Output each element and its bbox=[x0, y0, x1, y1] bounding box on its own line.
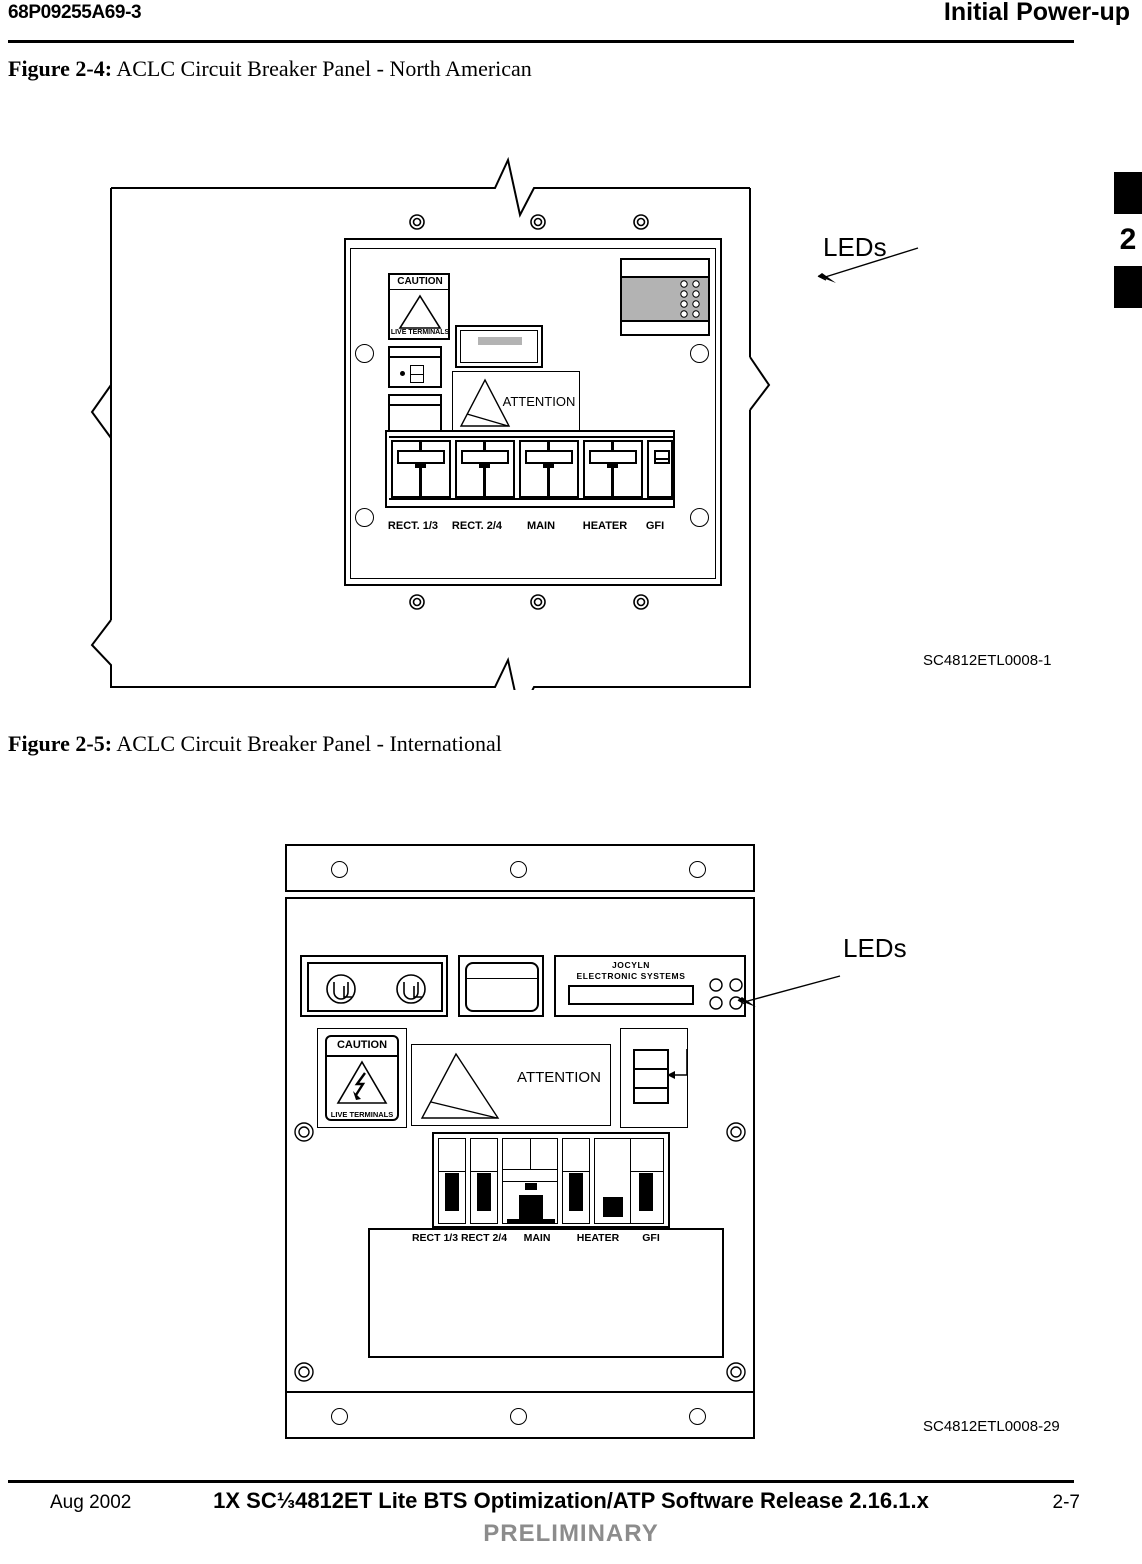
attention-label-text: ATTENTION bbox=[502, 394, 576, 409]
breaker-intl-main-base bbox=[507, 1219, 555, 1224]
page-header: 68P09255A69-3 Initial Power-up bbox=[0, 0, 1142, 46]
bottom-flange-hole-right bbox=[689, 1408, 706, 1425]
figure-2-5-caption: Figure 2-5: ACLC Circuit Breaker Panel -… bbox=[8, 731, 502, 757]
led-indicators bbox=[680, 280, 700, 318]
breaker-rect13[interactable] bbox=[391, 440, 451, 498]
top-flange-hole-right bbox=[689, 861, 706, 878]
breaker-rect13-toggle-stem bbox=[415, 464, 426, 468]
switch-plate-upper-dot bbox=[400, 371, 405, 376]
breaker-intl-rect13-toggle[interactable] bbox=[445, 1173, 459, 1211]
breaker-intl-main-rule-1 bbox=[503, 1169, 557, 1170]
breaker-heater[interactable] bbox=[583, 440, 643, 498]
breaker-bank-rail-top bbox=[389, 436, 673, 438]
display-window-outer bbox=[455, 325, 543, 368]
display-window-bar bbox=[478, 337, 522, 345]
breaker-rect13-toggle[interactable] bbox=[397, 450, 445, 464]
led-callout-label-fig-2-5: LEDs bbox=[843, 933, 907, 963]
breaker-intl-main-tab bbox=[525, 1183, 537, 1190]
top-flange-hole-left bbox=[331, 861, 348, 878]
breaker-intl-gfi-toggle[interactable] bbox=[639, 1173, 653, 1211]
figure-2-5-drawing: JOCYLN ELECTRONIC SYSTEMS CAUTION LIVE T… bbox=[0, 830, 1142, 1440]
breaker-intl-rect24-rule bbox=[471, 1171, 497, 1172]
breaker-intl-main-rule-2 bbox=[503, 1181, 557, 1182]
lower-blank-plate bbox=[368, 1228, 724, 1358]
breaker-intl-gfi[interactable] bbox=[594, 1138, 664, 1224]
breaker-intl-main[interactable] bbox=[502, 1138, 558, 1224]
led-module-bottom-rule bbox=[622, 320, 708, 322]
caution-label-title: CAUTION bbox=[397, 276, 443, 287]
figure-2-5-caption-lead: Figure 2-5: bbox=[8, 731, 113, 756]
breaker-rect24-toggle-stem bbox=[479, 464, 490, 468]
led-module bbox=[620, 258, 710, 336]
breaker-intl-heater-rule bbox=[563, 1171, 589, 1172]
breaker-main-toggle[interactable] bbox=[525, 450, 573, 464]
caution-label: CAUTION LIVE TERMINALS bbox=[388, 273, 450, 340]
figure-2-4-drawing: CAUTION LIVE TERMINALS ATTENTION RECT. 1… bbox=[0, 120, 1142, 690]
breaker-intl-rect24[interactable] bbox=[470, 1138, 498, 1224]
breaker-gfi-toggle-line bbox=[656, 458, 670, 460]
breaker-heater-toggle-stem bbox=[607, 464, 618, 468]
switch-plate-upper-toggle-line bbox=[411, 374, 424, 375]
breaker-rect24-toggle[interactable] bbox=[461, 450, 509, 464]
knockout-left-upper bbox=[355, 344, 374, 363]
breaker-intl-label-gfi: GFI bbox=[642, 1232, 660, 1244]
figure-2-4-caption-text: ACLC Circuit Breaker Panel - North Ameri… bbox=[112, 56, 532, 81]
switch-plate-lower-line bbox=[390, 404, 442, 406]
breaker-intl-heater[interactable] bbox=[562, 1138, 590, 1224]
breaker-label-gfi: GFI bbox=[645, 520, 665, 532]
breaker-bank bbox=[385, 430, 675, 508]
breaker-intl-gfi-rule bbox=[631, 1171, 663, 1172]
breaker-gfi-toggle[interactable] bbox=[654, 450, 670, 464]
footer-divider bbox=[8, 1480, 1074, 1483]
document-number: 68P09255A69-3 bbox=[8, 2, 142, 23]
breaker-intl-rect24-toggle[interactable] bbox=[477, 1173, 491, 1211]
breaker-intl-gfi-button[interactable] bbox=[603, 1197, 623, 1217]
figure-2-5-caption-text: ACLC Circuit Breaker Panel - Internation… bbox=[112, 731, 502, 756]
breaker-main[interactable] bbox=[519, 440, 579, 498]
caution-triangle-icon bbox=[398, 294, 442, 329]
switch-plate-upper-line bbox=[390, 356, 442, 358]
drawing-number-fig-2-4: SC4812ETL0008-1 bbox=[923, 652, 1052, 669]
footer-status: PRELIMINARY bbox=[483, 1520, 659, 1547]
bottom-flange-hole-left bbox=[331, 1408, 348, 1425]
breaker-bank-intl bbox=[432, 1132, 670, 1228]
display-window-inner bbox=[460, 330, 538, 363]
figure-2-4-caption: Figure 2-4: ACLC Circuit Breaker Panel -… bbox=[8, 56, 532, 82]
breaker-intl-main-toggle[interactable] bbox=[519, 1195, 543, 1219]
breaker-intl-heater-toggle[interactable] bbox=[569, 1173, 583, 1211]
page-title: Initial Power-up bbox=[943, 0, 1130, 26]
footer-title: 1X SC⅓4812ET Lite BTS Optimization/ATP S… bbox=[213, 1488, 929, 1513]
breaker-gfi[interactable] bbox=[647, 440, 673, 498]
figure-2-4-caption-lead: Figure 2-4: bbox=[8, 56, 113, 81]
led-callout-label-fig-2-4: LEDs bbox=[823, 232, 887, 262]
breaker-rect24[interactable] bbox=[455, 440, 515, 498]
breaker-intl-rect13-rule bbox=[439, 1171, 465, 1172]
breaker-heater-toggle[interactable] bbox=[589, 450, 637, 464]
switch-plate-upper-toggle bbox=[410, 365, 424, 383]
caution-label-subtitle: LIVE TERMINALS bbox=[390, 329, 450, 336]
header-divider bbox=[8, 40, 1074, 43]
breaker-intl-gfi-split bbox=[630, 1139, 631, 1223]
footer-page-number: 2-7 bbox=[1052, 1492, 1080, 1513]
breaker-bank-rail-bottom bbox=[389, 498, 673, 500]
breaker-intl-rect13[interactable] bbox=[438, 1138, 466, 1224]
top-flange-hole-center bbox=[510, 861, 527, 878]
attention-label: ATTENTION bbox=[452, 371, 580, 431]
bottom-flange-hole-center bbox=[510, 1408, 527, 1425]
drawing-number-fig-2-5: SC4812ETL0008-29 bbox=[923, 1418, 1060, 1435]
breaker-intl-main-split bbox=[530, 1139, 531, 1169]
knockout-right-upper bbox=[690, 344, 709, 363]
switch-plate-upper bbox=[388, 346, 442, 388]
breaker-main-toggle-stem bbox=[543, 464, 554, 468]
